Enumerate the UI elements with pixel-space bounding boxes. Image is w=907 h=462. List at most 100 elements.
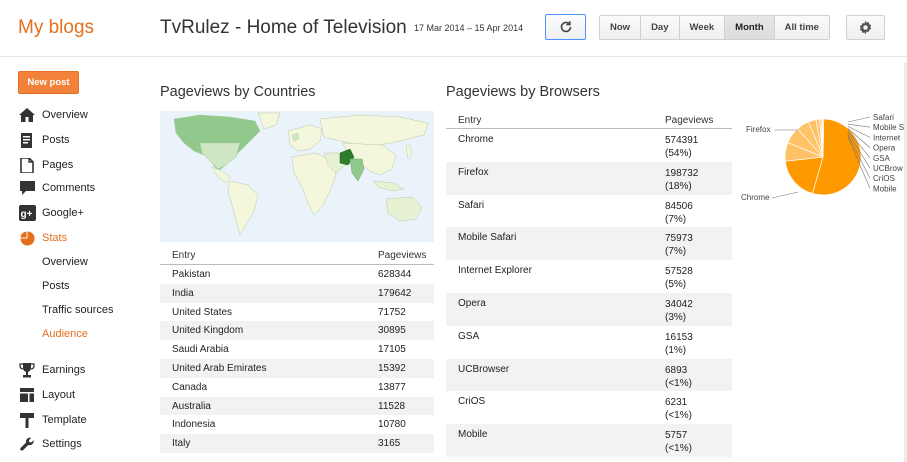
row-entry: Pakistan [172, 269, 211, 280]
stats-pie-icon [18, 230, 36, 246]
row-pageviews: 6231 (<1%) [665, 396, 692, 422]
sidebar-item-label: Template [42, 414, 87, 426]
world-map-graphic [173, 112, 429, 236]
stats-sub-overview[interactable]: Overview [42, 256, 88, 268]
table-row: CriOS 6231 (<1%) [446, 391, 732, 424]
table-row: Firefox 198732 (18%) [446, 161, 732, 195]
row-entry: Canada [172, 381, 208, 393]
row-pageviews: 198732 (18%) [665, 167, 698, 193]
table-row: Mobile 5757 (<1%) [446, 424, 732, 457]
row-entry: Italy [172, 438, 191, 450]
table-row: United Kingdom 30895 [160, 321, 434, 341]
table-row: United Arab Emirates 15392 [160, 358, 434, 378]
table-row: UCBrowser 6893 (<1%) [446, 358, 732, 392]
row-entry: Safari [458, 199, 485, 211]
map-usa [199, 142, 241, 170]
range-month-button[interactable]: Month [725, 16, 775, 39]
pie-label-mobile: Mobile [873, 184, 897, 193]
row-pageviews: 10780 [378, 419, 406, 431]
row-entry: Saudi Arabia [172, 344, 229, 356]
posts-icon [18, 132, 36, 148]
row-pageviews: 75973 (7%) [665, 232, 693, 258]
stats-sub-posts[interactable]: Posts [42, 280, 70, 292]
row-pageviews: 71752 [378, 306, 406, 318]
row-entry: India [172, 287, 194, 299]
range-week-button[interactable]: Week [679, 16, 726, 39]
sidebar-item-stats[interactable]: Stats [18, 228, 67, 248]
countries-table-header: Entry Pageviews [160, 246, 434, 265]
row-entry: Indonesia [172, 419, 216, 431]
row-entry: United Arab Emirates [172, 362, 267, 374]
sidebar-item-settings[interactable]: Settings [18, 434, 82, 454]
date-range: 17 Mar 2014 – 15 Apr 2014 [414, 23, 524, 33]
sidebar-item-label: Earnings [42, 364, 86, 376]
sidebar-item-overview[interactable]: Overview [18, 105, 88, 125]
refresh-button[interactable] [545, 14, 586, 40]
browsers-col-pageviews: Pageviews [665, 115, 714, 126]
stats-sub-audience[interactable]: Audience [42, 328, 88, 340]
new-post-button[interactable]: New post [18, 71, 79, 94]
sidebar-item-earnings[interactable]: Earnings [18, 360, 85, 380]
browsers-pie-graphic: Firefox Chrome SafariMobile SInternet Opera… [741, 113, 904, 202]
row-count: 57528 [665, 266, 693, 278]
settings-gear-button[interactable] [846, 15, 885, 40]
row-count: 34042 [665, 298, 693, 310]
sidebar-item-label: Google+ [42, 207, 84, 219]
row-pageviews: 6893 (<1%) [665, 364, 692, 390]
sidebar-item-layout[interactable]: Layout [18, 385, 75, 405]
pie-label-internet: Internet [873, 133, 901, 142]
countries-table: Entry Pageviews Pakistan 628344 India 1796… [160, 246, 434, 453]
table-row: Pakistan 628344 [160, 265, 434, 284]
pie-label-ucbrow: UCBrow [873, 164, 903, 173]
browsers-col-entry: Entry [458, 115, 482, 126]
row-percent: (54%) [665, 148, 692, 159]
time-range-selector: Now Day Week Month All time [599, 15, 830, 40]
row-entry: Firefox [458, 166, 489, 178]
pie-label-chrome: Chrome [741, 193, 770, 202]
row-percent: (<1%) [665, 443, 692, 455]
row-entry: GSA [458, 330, 480, 342]
pie-label-firefox: Firefox [746, 125, 770, 134]
sidebar-item-label: Comments [42, 182, 96, 194]
sidebar-item-googleplus[interactable]: g+ Google+ [18, 203, 84, 223]
table-row: Canada 13877 [160, 377, 434, 397]
table-row: Saudi Arabia 17105 [160, 340, 434, 359]
row-pageviews: 3165 [378, 438, 401, 450]
row-percent: (7%) [665, 213, 687, 225]
pie-label-opera: Opera [873, 144, 896, 153]
map-south-america [227, 180, 259, 236]
row-pageviews: 5757 (<1%) [665, 429, 692, 455]
row-pageviews: 11528 [378, 400, 406, 412]
sidebar-item-template[interactable]: Template [18, 410, 87, 430]
googleplus-icon: g+ [18, 205, 36, 221]
table-row: Italy 3165 [160, 434, 434, 453]
world-map[interactable] [160, 111, 434, 242]
my-blogs-logo[interactable]: My blogs [18, 17, 94, 39]
pages-icon [18, 157, 36, 173]
row-count: 6893 [665, 364, 688, 376]
sidebar-item-pages[interactable]: Pages [18, 155, 73, 175]
row-percent: (3%) [665, 311, 687, 323]
stats-sub-traffic-sources[interactable]: Traffic sources [42, 304, 114, 316]
pie-label-safari: Safari [873, 113, 894, 122]
countries-col-pageviews: Pageviews [378, 250, 427, 261]
blog-title[interactable]: TvRulez - Home of Television Dr [160, 17, 406, 39]
row-entry: UCBrowser [458, 363, 510, 375]
range-all-time-button[interactable]: All time [774, 16, 829, 39]
sidebar-item-posts[interactable]: Posts [18, 130, 70, 150]
row-count: 6231 [665, 397, 688, 409]
pie-leader-chrome [771, 191, 799, 199]
row-count: 5757 [665, 430, 688, 442]
row-percent: (1%) [665, 344, 687, 356]
sidebar-item-label: Overview [42, 109, 88, 121]
range-now-button[interactable]: Now [600, 16, 642, 39]
browsers-pie-chart[interactable]: Firefox Chrome Safari Mobile S Internet Opera… [736, 110, 907, 210]
row-percent: (18%) [665, 180, 692, 192]
row-percent: (7%) [665, 246, 687, 258]
row-count: 84506 [665, 200, 693, 212]
map-central-america [211, 166, 231, 184]
range-day-button[interactable]: Day [641, 16, 680, 39]
row-count: 16153 [665, 331, 693, 343]
sidebar-item-comments[interactable]: Comments [18, 178, 95, 198]
browsers-table: Entry Pageviews Chrome 574391 (54%) Firefo… [446, 113, 732, 457]
